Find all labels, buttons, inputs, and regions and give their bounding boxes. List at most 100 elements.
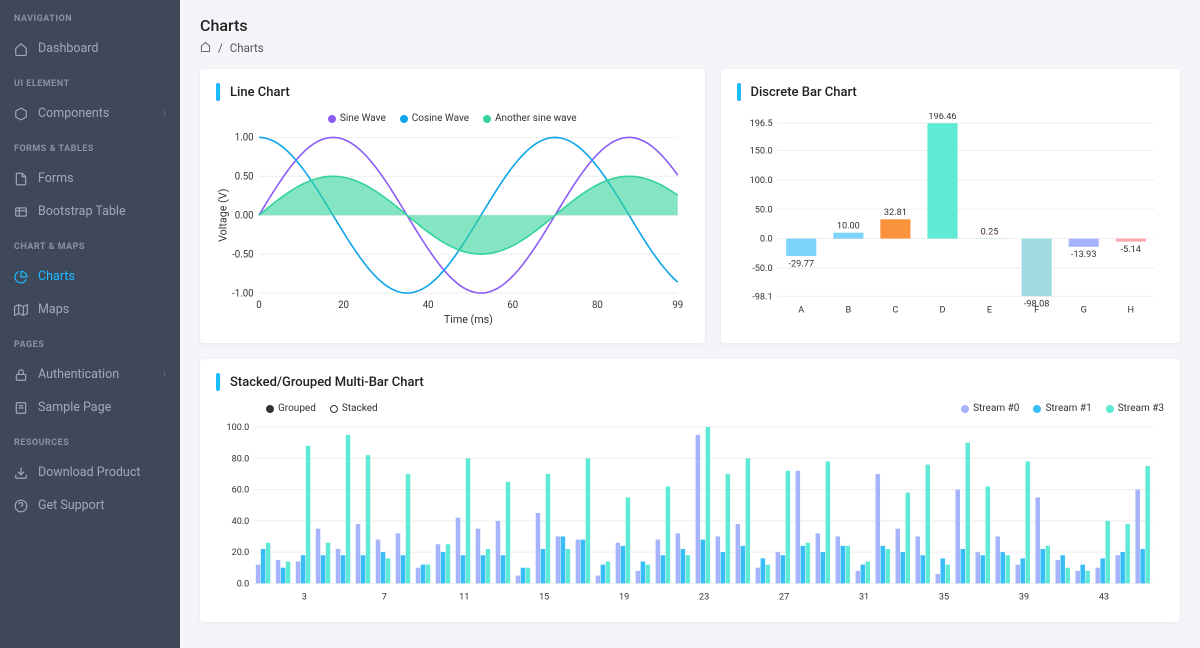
home-icon[interactable]	[200, 41, 211, 55]
svg-text:0.0: 0.0	[759, 235, 772, 245]
sidebar-item-forms[interactable]: Forms	[0, 162, 180, 195]
svg-text:23: 23	[699, 593, 709, 603]
svg-text:-98.1: -98.1	[752, 292, 772, 302]
sidebar-item-label: Download Product	[38, 465, 140, 480]
svg-text:0.0: 0.0	[237, 580, 250, 590]
lock-icon	[14, 368, 28, 382]
dashboard-icon	[14, 42, 28, 56]
sidebar-item-label: Authentication	[38, 367, 119, 382]
sidebar-item-bootstrap-table[interactable]: Bootstrap Table	[0, 195, 180, 228]
svg-text:60.0: 60.0	[232, 486, 250, 496]
svg-text:7: 7	[382, 593, 387, 603]
svg-text:E: E	[986, 305, 991, 315]
svg-text:99: 99	[672, 300, 683, 311]
svg-text:0.00: 0.00	[235, 210, 254, 221]
section-label: RESOURCES	[0, 424, 180, 456]
sidebar-item-components[interactable]: Components ›	[0, 97, 180, 130]
svg-text:C: C	[892, 305, 898, 315]
svg-text:39: 39	[1019, 593, 1029, 603]
svg-text:80: 80	[592, 300, 603, 311]
svg-text:40.0: 40.0	[232, 517, 250, 527]
svg-text:F: F	[1034, 305, 1039, 315]
svg-text:50.0: 50.0	[754, 205, 772, 215]
svg-text:43: 43	[1099, 593, 1109, 603]
multi-bar-chart: 0.020.040.060.080.0100.03711151923273135…	[216, 422, 1164, 608]
svg-text:196.5: 196.5	[749, 119, 772, 129]
download-icon	[14, 466, 28, 480]
help-icon	[14, 499, 28, 513]
sidebar-item-label: Bootstrap Table	[38, 204, 126, 219]
chevron-right-icon: ›	[163, 108, 166, 119]
sidebar-item-dashboard[interactable]: Dashboard	[0, 32, 180, 65]
svg-text:-13.93: -13.93	[1070, 250, 1096, 260]
breadcrumb: / Charts	[200, 41, 1180, 55]
table-icon	[14, 205, 28, 219]
svg-text:27: 27	[779, 593, 789, 603]
svg-text:-5.14: -5.14	[1120, 245, 1140, 255]
pie-icon	[14, 270, 28, 284]
line-chart: -1.00-0.500.000.501.0002040608099Time (m…	[216, 132, 689, 329]
sidebar-item-download-product[interactable]: Download Product	[0, 456, 180, 489]
svg-text:11: 11	[459, 593, 469, 603]
svg-text:31: 31	[859, 593, 869, 603]
section-label: NAVIGATION	[0, 0, 180, 32]
svg-text:60: 60	[507, 300, 518, 311]
svg-text:Voltage (V): Voltage (V)	[217, 188, 230, 241]
svg-text:Time (ms): Time (ms)	[444, 313, 493, 325]
box-icon	[14, 107, 28, 121]
svg-text:D: D	[939, 305, 945, 315]
legend-item[interactable]: Stream #3	[1106, 403, 1164, 414]
section-label: PAGES	[0, 326, 180, 358]
chevron-right-icon: ›	[163, 369, 166, 380]
svg-text:19: 19	[619, 593, 629, 603]
bar-chart: -98.1-50.00.050.0100.0150.0196.5-29.77A1…	[737, 113, 1165, 321]
svg-text:-0.50: -0.50	[232, 249, 254, 260]
sidebar-item-label: Dashboard	[38, 41, 98, 56]
svg-text:A: A	[798, 305, 804, 315]
sidebar-item-label: Components	[38, 106, 109, 121]
sidebar-item-get-support[interactable]: Get Support	[0, 489, 180, 522]
stacked-radio[interactable]: Stacked	[330, 403, 378, 414]
svg-text:B: B	[845, 305, 851, 315]
svg-text:100.0: 100.0	[227, 423, 250, 433]
page-title: Charts	[200, 16, 1180, 35]
svg-text:1.00: 1.00	[235, 133, 254, 144]
legend-item[interactable]: Another sine wave	[483, 113, 577, 124]
sidebar-item-label: Sample Page	[38, 400, 111, 415]
svg-text:150.0: 150.0	[749, 147, 772, 157]
svg-text:32.81: 32.81	[883, 208, 906, 218]
svg-text:100.0: 100.0	[749, 176, 772, 186]
svg-text:15: 15	[539, 593, 549, 603]
multi-chart-legend: Stream #0 Stream #1 Stream #3	[378, 403, 1164, 414]
legend-item[interactable]: Sine Wave	[328, 113, 386, 124]
grouped-radio[interactable]: Grouped	[266, 403, 316, 414]
map-icon	[14, 303, 28, 317]
page-icon	[14, 401, 28, 415]
multi-bar-chart-card: Stacked/Grouped Multi-Bar Chart Grouped …	[200, 359, 1180, 622]
svg-text:10.00: 10.00	[836, 222, 859, 232]
sidebar-item-label: Get Support	[38, 498, 104, 513]
section-label: CHART & MAPS	[0, 228, 180, 260]
svg-text:80.0: 80.0	[232, 455, 250, 465]
svg-text:H: H	[1127, 305, 1134, 315]
sidebar-item-maps[interactable]: Maps	[0, 293, 180, 326]
svg-text:0: 0	[256, 300, 261, 311]
svg-text:G: G	[1080, 305, 1086, 315]
sidebar-item-charts[interactable]: Charts	[0, 260, 180, 293]
sidebar-item-label: Maps	[38, 302, 69, 317]
line-chart-card: Line Chart Sine WaveCosine WaveAnother s…	[200, 69, 705, 343]
svg-text:20.0: 20.0	[232, 548, 250, 558]
sidebar-item-authentication[interactable]: Authentication ›	[0, 358, 180, 391]
legend-item[interactable]: Cosine Wave	[400, 113, 469, 124]
file-icon	[14, 172, 28, 186]
sidebar-item-sample-page[interactable]: Sample Page	[0, 391, 180, 424]
legend-item[interactable]: Stream #1	[1033, 403, 1091, 414]
section-label: UI ELEMENT	[0, 65, 180, 97]
svg-text:196.46: 196.46	[928, 113, 956, 122]
svg-text:-50.0: -50.0	[752, 264, 772, 274]
legend-item[interactable]: Stream #0	[961, 403, 1019, 414]
sidebar: NAVIGATION Dashboard UI ELEMENT Componen…	[0, 0, 180, 648]
svg-text:3: 3	[302, 593, 307, 603]
breadcrumb-current: Charts	[230, 41, 264, 55]
bar-mode-toggle[interactable]: Grouped Stacked	[266, 403, 378, 414]
